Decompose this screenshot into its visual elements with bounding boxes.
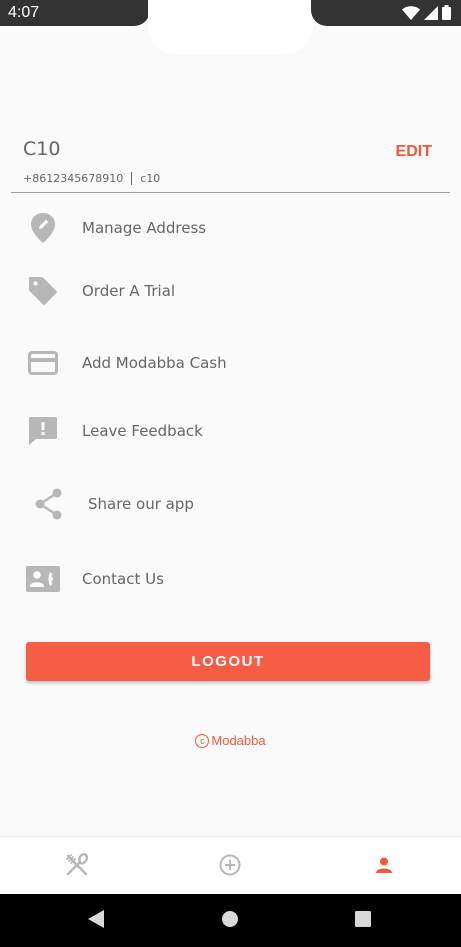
recents-button[interactable] <box>349 907 377 935</box>
signal-icon <box>424 5 438 20</box>
menu-item-label: Share our app <box>88 495 194 513</box>
contact-card-icon <box>24 560 62 598</box>
menu-item-leave-feedback[interactable]: Leave Feedback <box>0 406 461 456</box>
menu-item-share-app[interactable]: Share our app <box>0 479 461 529</box>
menu-item-label: Manage Address <box>82 219 207 237</box>
recents-square-icon <box>354 910 372 932</box>
add-circle-icon <box>219 854 241 880</box>
profile-phone: +8612345678910 <box>23 172 124 185</box>
menu-item-manage-address[interactable]: Manage Address <box>0 203 461 253</box>
bottom-nav <box>0 836 461 895</box>
profile-icon <box>375 857 393 877</box>
tab-profile[interactable] <box>364 847 404 887</box>
meta-separator <box>131 172 133 185</box>
copyright: c Modabba <box>0 733 461 748</box>
status-time: 4:07 <box>8 4 40 21</box>
status-icons <box>402 5 451 20</box>
credit-card-icon <box>24 344 62 382</box>
menu-item-contact-us[interactable]: Contact Us <box>0 554 461 604</box>
menu-item-add-cash[interactable]: Add Modabba Cash <box>0 338 461 388</box>
display-notch <box>148 0 313 54</box>
profile-username: c10 <box>140 172 161 185</box>
menu-item-label: Order A Trial <box>82 282 176 300</box>
system-nav-bar <box>0 894 461 947</box>
tab-menu[interactable] <box>57 847 97 887</box>
profile-screen: 4:07 C10 EDIT +8612345678910 c10 Manage … <box>0 0 461 947</box>
tab-add[interactable] <box>210 847 250 887</box>
status-bar-right <box>311 0 461 26</box>
home-button[interactable] <box>216 907 244 935</box>
home-circle-icon <box>221 910 239 932</box>
share-icon <box>30 485 68 523</box>
copyright-brand: Modabba <box>211 733 266 748</box>
restaurant-icon <box>65 852 89 881</box>
profile-meta: +8612345678910 c10 <box>23 172 160 185</box>
wifi-icon <box>402 5 420 20</box>
menu-item-label: Leave Feedback <box>82 422 203 440</box>
back-triangle-icon <box>87 909 105 933</box>
status-bar-left: 4:07 <box>0 0 150 26</box>
copyright-symbol: c <box>195 733 210 748</box>
profile-name: C10 <box>23 138 61 160</box>
back-button[interactable] <box>82 907 110 935</box>
tag-icon <box>24 272 62 310</box>
menu-item-label: Contact Us <box>82 570 164 588</box>
menu-item-label: Add Modabba Cash <box>82 354 227 372</box>
feedback-icon <box>24 412 62 450</box>
edit-profile-button[interactable]: EDIT <box>396 143 432 161</box>
location-pin-icon <box>24 209 62 247</box>
menu-item-order-trial[interactable]: Order A Trial <box>0 266 461 316</box>
profile-divider <box>11 192 450 193</box>
logout-button[interactable]: LOGOUT <box>26 642 430 681</box>
battery-icon <box>442 5 451 20</box>
